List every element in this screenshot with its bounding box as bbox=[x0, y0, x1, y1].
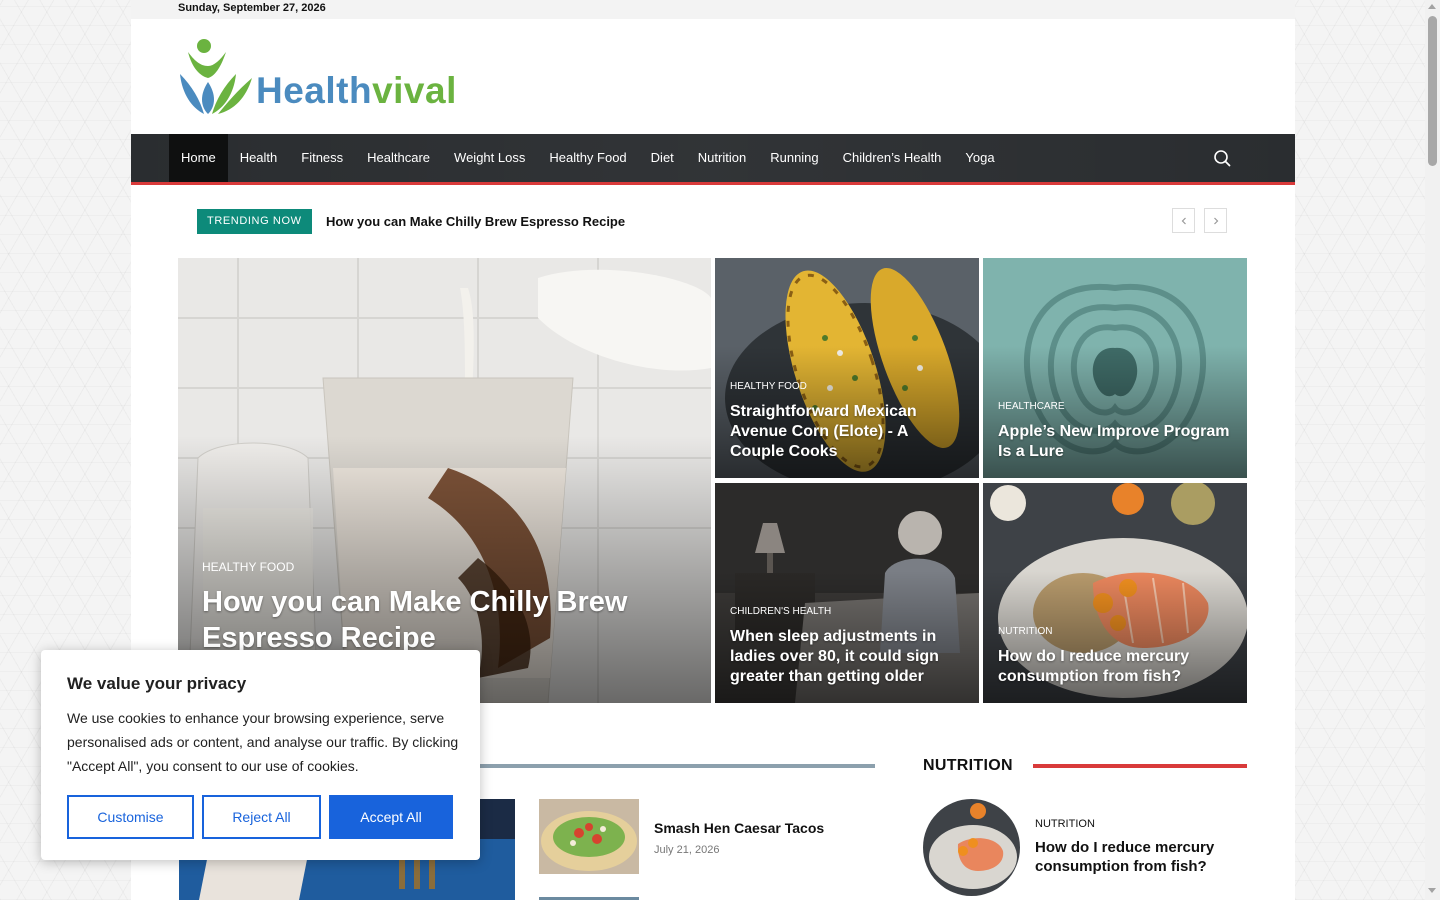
nutrition-article-category[interactable]: NUTRITION bbox=[1035, 818, 1095, 830]
logo-wordmark: Healthvival bbox=[256, 70, 457, 112]
logo-icon bbox=[180, 39, 252, 114]
logo-text-health: Health bbox=[256, 70, 373, 111]
tile-category[interactable]: HEALTHCARE bbox=[998, 401, 1065, 412]
featured-tile-salmon[interactable]: NUTRITION How do I reduce mercury consum… bbox=[983, 483, 1247, 703]
trending-badge: TRENDING NOW bbox=[197, 209, 312, 234]
tile-title[interactable]: How do I reduce mercury consumption from… bbox=[998, 647, 1233, 687]
current-date: Sunday, September 27, 2026 bbox=[178, 2, 326, 14]
accept-all-button[interactable]: Accept All bbox=[329, 795, 453, 839]
nav-item-home[interactable]: Home bbox=[169, 134, 228, 182]
nutrition-section-title[interactable]: NUTRITION bbox=[923, 757, 1013, 775]
nutrition-article-title[interactable]: How do I reduce mercury consumption from… bbox=[1035, 838, 1235, 876]
cookie-text: We use cookies to enhance your browsing … bbox=[67, 710, 459, 774]
scroll-up-arrow-icon[interactable] bbox=[1428, 4, 1436, 9]
nav-item-fitness[interactable]: Fitness bbox=[289, 134, 355, 182]
tile-title[interactable]: When sleep adjustments in ladies over 80… bbox=[730, 627, 965, 687]
article-thumb-tacos[interactable] bbox=[539, 799, 639, 874]
nav-item-weight-loss[interactable]: Weight Loss bbox=[442, 134, 537, 182]
logo-text-vival: vival bbox=[372, 70, 457, 111]
page-scrollbar[interactable] bbox=[1425, 0, 1440, 900]
nav-item-nutrition[interactable]: Nutrition bbox=[686, 134, 758, 182]
trending-prev-button[interactable] bbox=[1172, 208, 1195, 233]
salmon-thumb-image bbox=[923, 799, 1020, 896]
nutrition-divider bbox=[1033, 764, 1247, 768]
featured-main-article[interactable]: HEALTHY FOOD How you can Make Chilly Bre… bbox=[178, 258, 711, 703]
nav-item-health[interactable]: Health bbox=[228, 134, 290, 182]
featured-tile-sleep[interactable]: CHILDREN'S HEALTH When sleep adjustments… bbox=[715, 483, 979, 703]
trending-title[interactable]: How you can Make Chilly Brew Espresso Re… bbox=[326, 214, 625, 229]
tile-category[interactable]: CHILDREN'S HEALTH bbox=[730, 606, 831, 617]
cookie-consent-banner: We value your privacy We use cookies to … bbox=[41, 650, 480, 860]
tile-title[interactable]: Apple’s New Improve Program Is a Lure bbox=[998, 422, 1233, 462]
nav-item-yoga[interactable]: Yoga bbox=[953, 134, 1006, 182]
customise-button[interactable]: Customise bbox=[67, 795, 194, 839]
nav-accent-line bbox=[131, 182, 1295, 185]
featured-tile-apple[interactable]: HEALTHCARE Apple’s New Improve Program I… bbox=[983, 258, 1247, 478]
top-bar: Sunday, September 27, 2026 bbox=[131, 0, 1295, 19]
article-title[interactable]: Smash Hen Caesar Tacos bbox=[654, 820, 824, 836]
chevron-left-icon bbox=[1181, 217, 1186, 224]
nav-menu: Home Health Fitness Healthcare Weight Lo… bbox=[169, 134, 1007, 182]
chevron-right-icon bbox=[1213, 217, 1218, 224]
tile-category[interactable]: NUTRITION bbox=[998, 626, 1052, 637]
main-nav: Home Health Fitness Healthcare Weight Lo… bbox=[131, 134, 1295, 182]
nav-item-healthy-food[interactable]: Healthy Food bbox=[537, 134, 638, 182]
cookie-title: We value your privacy bbox=[67, 674, 247, 693]
featured-title[interactable]: How you can Make Chilly Brew Espresso Re… bbox=[202, 584, 662, 656]
tile-category[interactable]: HEALTHY FOOD bbox=[730, 381, 807, 392]
scrollbar-thumb[interactable] bbox=[1428, 16, 1437, 166]
featured-tile-corn[interactable]: HEALTHY FOOD Straightforward Mexican Ave… bbox=[715, 258, 979, 478]
search-icon[interactable] bbox=[1213, 149, 1231, 167]
tacos-image bbox=[539, 799, 639, 874]
nav-item-healthcare[interactable]: Healthcare bbox=[355, 134, 442, 182]
article-date: July 21, 2026 bbox=[654, 844, 720, 856]
reject-all-button[interactable]: Reject All bbox=[202, 795, 321, 839]
nav-item-diet[interactable]: Diet bbox=[639, 134, 686, 182]
nutrition-article-thumb[interactable] bbox=[923, 799, 1020, 896]
nav-item-childrens-health[interactable]: Children’s Health bbox=[831, 134, 954, 182]
tile-title[interactable]: Straightforward Mexican Avenue Corn (Elo… bbox=[730, 402, 965, 462]
nav-item-running[interactable]: Running bbox=[758, 134, 830, 182]
trending-next-button[interactable] bbox=[1204, 208, 1227, 233]
site-logo[interactable]: Healthvival bbox=[178, 38, 478, 116]
featured-category[interactable]: HEALTHY FOOD bbox=[202, 560, 294, 574]
scroll-down-arrow-icon[interactable] bbox=[1428, 888, 1436, 893]
